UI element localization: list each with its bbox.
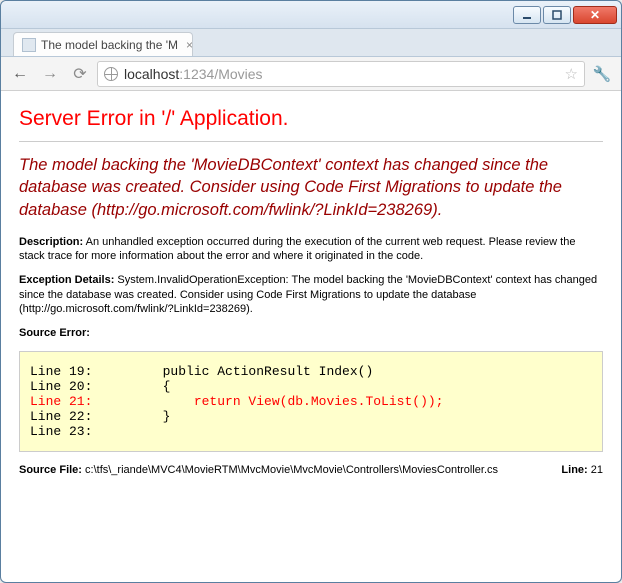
- url-host: localhost: [124, 66, 179, 82]
- exception-section: Exception Details: System.InvalidOperati…: [19, 273, 603, 316]
- error-heading: Server Error in '/' Application.: [19, 107, 603, 131]
- line-label: Line:: [561, 464, 587, 476]
- divider: [19, 141, 603, 142]
- url-path: /Movies: [214, 66, 262, 82]
- page-content: Server Error in '/' Application. The mod…: [1, 91, 621, 582]
- browser-toolbar: ← → ⟳ localhost:1234/Movies ☆ 🔧: [1, 57, 621, 91]
- forward-icon: →: [42, 65, 58, 83]
- minimize-icon: [522, 10, 532, 20]
- reload-icon: ⟳: [73, 64, 86, 84]
- source-file-label: Source File:: [19, 464, 82, 476]
- tab-close-icon[interactable]: ×: [186, 38, 193, 52]
- line-number: 21: [588, 464, 603, 476]
- close-icon: ✕: [590, 8, 600, 22]
- source-file-path: c:\tfs\_riande\MVC4\MovieRTM\MvcMovie\Mv…: [82, 464, 498, 476]
- description-section: Description: An unhandled exception occu…: [19, 235, 603, 264]
- close-button[interactable]: ✕: [573, 6, 617, 24]
- source-error-section: Source Error:: [19, 326, 603, 340]
- description-label: Description:: [19, 236, 83, 248]
- address-bar[interactable]: localhost:1234/Movies ☆: [97, 61, 585, 87]
- description-text: An unhandled exception occurred during t…: [19, 236, 575, 262]
- source-error-label: Source Error:: [19, 327, 90, 339]
- reload-button[interactable]: ⟳: [67, 61, 93, 87]
- url-port: :1234: [179, 66, 214, 82]
- tab-strip: The model backing the 'M ×: [1, 29, 621, 57]
- error-subheading: The model backing the 'MovieDBContext' c…: [19, 154, 603, 221]
- browser-tab[interactable]: The model backing the 'M ×: [13, 32, 193, 56]
- browser-window: ✕ The model backing the 'M × ← → ⟳ local…: [0, 0, 622, 583]
- code-line-23: Line 23:: [30, 424, 592, 439]
- bookmark-icon[interactable]: ☆: [565, 65, 578, 83]
- tab-title: The model backing the 'M: [41, 38, 178, 52]
- minimize-button[interactable]: [513, 6, 541, 24]
- settings-button[interactable]: 🔧: [589, 61, 615, 87]
- code-line-22: Line 22: }: [30, 409, 592, 424]
- window-titlebar: ✕: [1, 1, 621, 29]
- exception-label: Exception Details:: [19, 274, 114, 286]
- page-icon: [22, 38, 36, 52]
- source-code-box: Line 19: public ActionResult Index()Line…: [19, 351, 603, 452]
- maximize-button[interactable]: [543, 6, 571, 24]
- code-line-21: Line 21: return View(db.Movies.ToList())…: [30, 394, 592, 409]
- maximize-icon: [552, 10, 562, 20]
- forward-button[interactable]: →: [37, 61, 63, 87]
- back-button[interactable]: ←: [7, 61, 33, 87]
- code-line-20: Line 20: {: [30, 379, 592, 394]
- globe-icon: [104, 67, 118, 81]
- code-line-19: Line 19: public ActionResult Index(): [30, 364, 592, 379]
- wrench-icon: 🔧: [593, 65, 612, 83]
- source-file-section: Source File: c:\tfs\_riande\MVC4\MovieRT…: [19, 464, 603, 476]
- back-icon: ←: [12, 65, 28, 83]
